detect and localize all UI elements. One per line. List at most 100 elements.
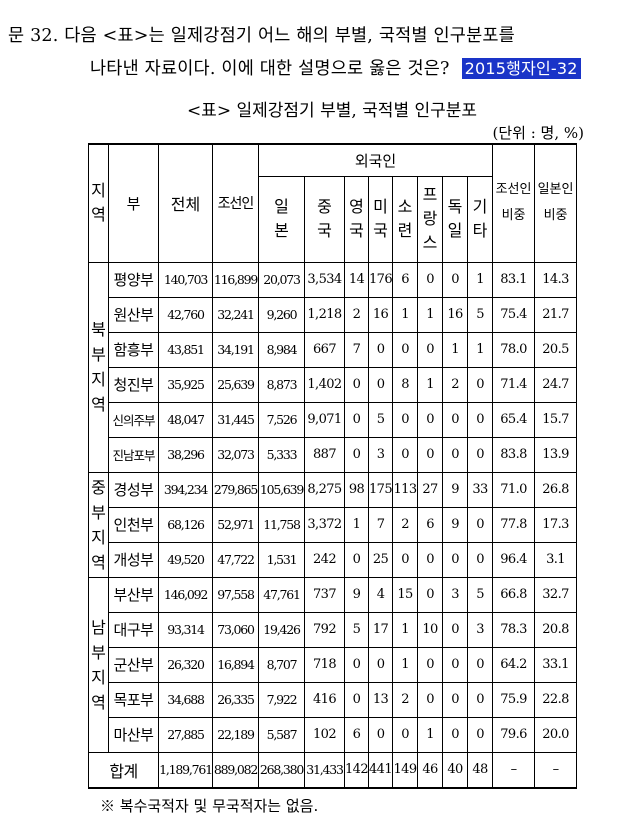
cell-ussr: 15 [392, 576, 419, 613]
table-footnote: ※ 복수국적자 및 무국적자는 없음. [100, 797, 319, 815]
question-source-tag: 2015행자인-32 [461, 58, 581, 79]
cell-korean: 25,639 [212, 366, 259, 403]
cell-kr-ratio: 75.4 [492, 296, 536, 333]
cell-germany: 0 [442, 611, 469, 648]
table-row: 원산부 42,760 32,241 9,260 1,218 2 16 1 1 16 5 75.4 21.… [89, 296, 578, 333]
cell-korean: 26,335 [212, 681, 259, 718]
cell-uk: 0 [343, 401, 370, 438]
cell-japan: 11,758 [258, 506, 305, 543]
header-japanese-ratio-label: 일본인 비중 [537, 182, 574, 224]
cell-uk: 0 [343, 436, 370, 473]
cell-kr-ratio: 65.4 [492, 401, 536, 438]
bu-name-cell: 부산부 [108, 576, 159, 613]
cell-france: 1 [417, 716, 444, 753]
cell-total: 42,760 [158, 296, 213, 333]
total-label: 합계 [88, 751, 159, 788]
header-japan: 일본 [258, 175, 305, 263]
table-row: 목포부 34,688 26,335 7,922 416 0 13 2 0 0 0 75.9 22.8 [89, 681, 578, 718]
total-cell-usa: 441 [368, 751, 394, 788]
cell-total: 34,688 [158, 681, 213, 718]
total-cell-jp-ratio: – [534, 751, 578, 788]
header-usa: 미국 [368, 175, 394, 263]
cell-kr-ratio: 66.8 [492, 576, 536, 613]
cell-uk: 2 [343, 296, 370, 333]
cell-other: 1 [467, 261, 494, 298]
region-cell: 북부지역 [88, 261, 109, 473]
header-usa-label: 미국 [373, 197, 388, 240]
cell-jp-ratio: 22.8 [534, 681, 578, 718]
cell-other: 0 [467, 541, 494, 578]
cell-other: 0 [467, 646, 494, 683]
cell-china: 416 [304, 681, 345, 718]
total-cell-kr-ratio: – [492, 751, 536, 788]
cell-japan: 1,531 [258, 541, 305, 578]
cell-usa: 16 [368, 296, 394, 333]
cell-usa: 25 [368, 541, 394, 578]
cell-korean: 97,558 [212, 576, 259, 613]
cell-china: 102 [304, 716, 345, 753]
cell-china: 9,071 [304, 401, 345, 438]
cell-kr-ratio: 96.4 [492, 541, 536, 578]
total-cell-france: 46 [417, 751, 444, 788]
cell-germany: 1 [442, 331, 469, 368]
cell-other: 33 [467, 471, 494, 508]
cell-uk: 7 [343, 331, 370, 368]
cell-total: 93,314 [158, 611, 213, 648]
cell-ussr: 0 [392, 716, 419, 753]
cell-france: 0 [417, 401, 444, 438]
table-row: 군산부 26,320 16,894 8,707 718 0 0 1 0 0 0 64.2 33.1 [89, 646, 578, 683]
total-cell-total: 1,189,761 [158, 751, 213, 788]
cell-kr-ratio: 71.0 [492, 471, 536, 508]
cell-total: 43,851 [158, 331, 213, 368]
cell-japan: 105,639 [258, 471, 305, 508]
cell-kr-ratio: 71.4 [492, 366, 536, 403]
cell-china: 1,218 [304, 296, 345, 333]
header-japan-label: 일본 [274, 197, 289, 240]
bu-name-cell: 함흥부 [108, 331, 159, 368]
cell-france: 27 [417, 471, 444, 508]
table-title: <표> 일제강점기 부별, 국적별 인구분포 [186, 101, 478, 121]
cell-usa: 5 [368, 401, 394, 438]
cell-uk: 98 [343, 471, 370, 508]
cell-germany: 0 [442, 541, 469, 578]
cell-japan: 19,426 [258, 611, 305, 648]
total-cell-other: 48 [467, 751, 494, 788]
header-germany: 독일 [442, 175, 469, 263]
cell-korean: 52,971 [212, 506, 259, 543]
cell-japan: 5,587 [258, 716, 305, 753]
header-japanese-ratio: 일본인 비중 [534, 143, 578, 263]
cell-ussr: 2 [392, 681, 419, 718]
cell-jp-ratio: 17.3 [534, 506, 578, 543]
cell-uk: 0 [343, 366, 370, 403]
header-bu: 부 [108, 143, 159, 263]
cell-china: 737 [304, 576, 345, 613]
cell-ussr: 2 [392, 506, 419, 543]
table-row: 진남포부 38,296 32,073 5,333 887 0 3 0 0 0 0 83.8 13.9 [89, 436, 578, 473]
cell-germany: 0 [442, 436, 469, 473]
cell-jp-ratio: 15.7 [534, 401, 578, 438]
cell-ussr: 0 [392, 401, 419, 438]
cell-usa: 7 [368, 506, 394, 543]
cell-china: 242 [304, 541, 345, 578]
table-unit: (단위 : 명, %) [492, 124, 584, 142]
cell-total: 48,047 [158, 401, 213, 438]
cell-usa: 17 [368, 611, 394, 648]
header-region: 지역 [88, 143, 109, 263]
bu-name-cell: 인천부 [108, 506, 159, 543]
cell-total: 394,234 [158, 471, 213, 508]
cell-other: 5 [467, 576, 494, 613]
cell-china: 667 [304, 331, 345, 368]
header-korean-ratio-label: 조선인 비중 [495, 182, 532, 224]
cell-china: 3,372 [304, 506, 345, 543]
cell-uk: 6 [343, 716, 370, 753]
cell-jp-ratio: 26.8 [534, 471, 578, 508]
cell-total: 49,520 [158, 541, 213, 578]
header-uk-label: 영국 [349, 197, 364, 240]
cell-france: 1 [417, 296, 444, 333]
region-label: 남부지역 [91, 617, 106, 712]
cell-jp-ratio: 32.7 [534, 576, 578, 613]
cell-jp-ratio: 14.3 [534, 261, 578, 298]
cell-japan: 8,984 [258, 331, 305, 368]
cell-japan: 5,333 [258, 436, 305, 473]
cell-germany: 2 [442, 366, 469, 403]
